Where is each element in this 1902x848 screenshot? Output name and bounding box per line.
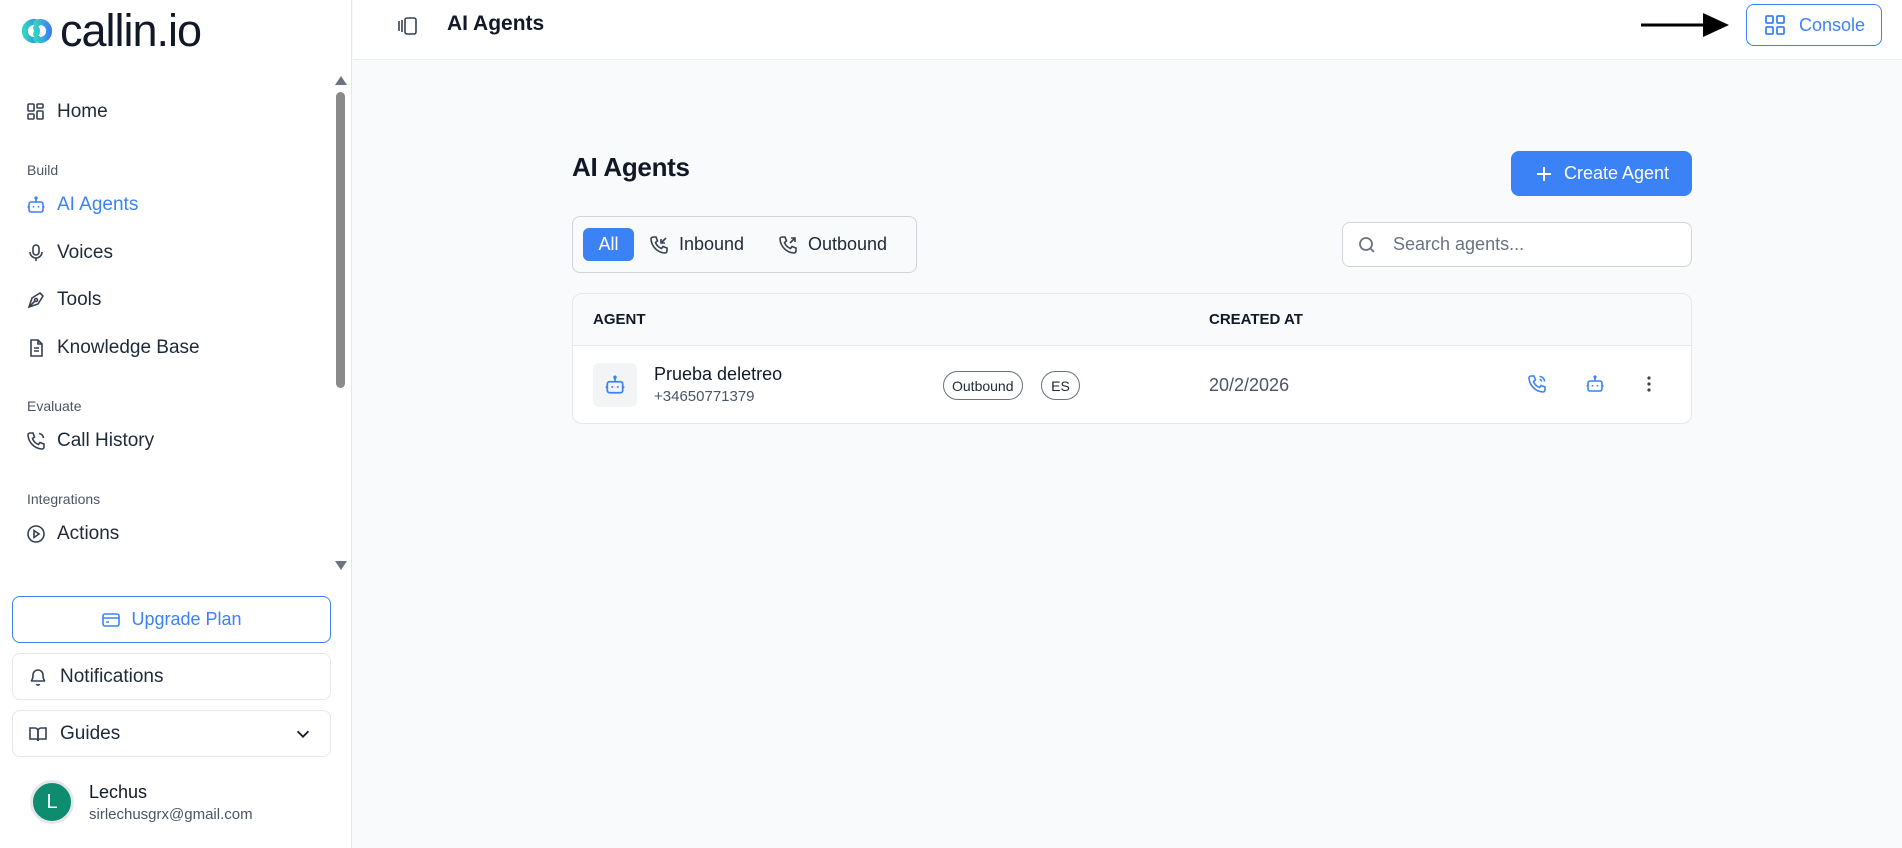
test-agent-button[interactable] [1583, 372, 1607, 396]
agent-avatar [593, 363, 637, 407]
page-title: AI Agents [572, 152, 690, 182]
filter-outbound-button[interactable]: Outbound [778, 228, 887, 261]
console-label: Console [1798, 14, 1866, 35]
sidebar-item-call-history[interactable]: Call History [26, 426, 154, 456]
callin-logo-icon [21, 19, 53, 43]
bot-icon [1586, 375, 1604, 392]
agent-phone: +34650771379 [654, 388, 755, 405]
created-at: 20/2/2026 [1209, 375, 1290, 395]
bot-icon [605, 375, 625, 394]
filter-all-button[interactable]: All [583, 228, 634, 261]
section-label-build: Build [27, 162, 59, 178]
play-circle-icon [27, 525, 45, 543]
logo[interactable]: callin.io [18, 4, 202, 58]
language-badge: ES [1041, 371, 1080, 400]
agent-name[interactable]: Prueba deletreo [654, 364, 782, 385]
plus-icon [1536, 166, 1551, 181]
credit-card-icon [102, 612, 121, 627]
console-button[interactable]: Console [1746, 4, 1882, 46]
more-options-button[interactable] [1637, 372, 1661, 396]
column-header-created-at: CREATED AT [1209, 311, 1303, 328]
sidebar-item-label: Actions [57, 523, 120, 544]
sidebar-item-label: Home [57, 101, 108, 122]
document-icon [30, 339, 43, 357]
search-input[interactable] [1393, 234, 1673, 255]
table-row[interactable]: Prueba deletreo +34650771379 Outbound ES… [573, 346, 1691, 423]
microphone-icon [29, 244, 43, 261]
sidebar-item-label: AI Agents [57, 194, 139, 215]
notifications-button[interactable]: Notifications [12, 653, 331, 700]
sidebar-item-label: Call History [57, 430, 155, 451]
section-label-integrations: Integrations [27, 491, 101, 507]
create-agent-button[interactable]: Create Agent [1511, 151, 1692, 196]
sidebar-item-knowledge-base[interactable]: Knowledge Base [26, 333, 200, 363]
filter-inbound-label: Inbound [679, 234, 745, 254]
scroll-thumb[interactable] [336, 92, 345, 388]
phone-outgoing-icon [779, 235, 797, 254]
pen-tool-icon [27, 291, 45, 309]
sidebar: callin.io Home Build AI Agents Voices To… [0, 0, 352, 848]
notifications-label: Notifications [60, 665, 164, 687]
scroll-up-arrow-icon[interactable] [335, 76, 347, 85]
phone-history-icon [27, 432, 45, 450]
sidebar-item-voices[interactable]: Voices [26, 238, 113, 268]
arrow-annotation-icon [1641, 13, 1729, 37]
logo-text: callin.io [60, 5, 202, 56]
sidebar-item-actions[interactable]: Actions [26, 519, 119, 549]
sidebar-item-label: Voices [57, 242, 113, 263]
upgrade-plan-button[interactable]: Upgrade Plan [12, 596, 331, 643]
more-vertical-icon [1647, 376, 1651, 392]
bell-icon [30, 668, 46, 686]
chevron-down-icon [296, 730, 310, 738]
table-header: AGENT CREATED AT [573, 294, 1691, 346]
sidebar-item-ai-agents[interactable]: AI Agents [26, 190, 138, 220]
avatar: L [30, 780, 74, 824]
bot-icon [27, 196, 45, 213]
call-agent-button[interactable] [1525, 372, 1549, 396]
user-name: Lechus [89, 781, 148, 802]
direction-filter: All Inbound Outbound [572, 216, 917, 273]
open-book-icon [29, 726, 47, 741]
section-label-evaluate: Evaluate [27, 398, 82, 414]
agents-table: AGENT CREATED AT Prueba deletreo +346507… [572, 293, 1692, 424]
sidebar-item-tools[interactable]: Tools [26, 285, 101, 315]
phone-call-icon [1528, 375, 1546, 393]
sidebar-item-home[interactable]: Home [26, 97, 108, 127]
user-profile[interactable]: L Lechus sirlechusgrx@gmail.com [30, 780, 253, 824]
sidebar-item-label: Knowledge Base [57, 337, 200, 358]
header-title: AI Agents [447, 12, 545, 35]
dashboard-icon [27, 103, 44, 120]
search-box[interactable] [1342, 222, 1692, 267]
guides-label: Guides [60, 722, 121, 744]
scroll-down-arrow-icon[interactable] [335, 561, 347, 570]
filter-outbound-label: Outbound [808, 234, 888, 254]
phone-incoming-icon [650, 235, 668, 254]
user-email: sirlechusgrx@gmail.com [89, 805, 253, 823]
sidebar-item-label: Tools [57, 289, 102, 310]
column-header-agent: AGENT [593, 311, 646, 328]
search-icon [1359, 236, 1375, 253]
top-header: AI Agents Console [353, 0, 1902, 60]
upgrade-plan-label: Upgrade Plan [131, 609, 242, 629]
sidebar-nav: Home Build AI Agents Voices Tools Knowle… [0, 60, 330, 570]
direction-badge: Outbound [943, 371, 1023, 400]
grid-icon [1765, 15, 1785, 35]
sidebar-toggle-icon[interactable] [397, 15, 419, 37]
sidebar-scrollbar[interactable] [333, 72, 349, 572]
guides-dropdown[interactable]: Guides [12, 710, 331, 757]
filter-inbound-button[interactable]: Inbound [649, 228, 744, 261]
create-agent-label: Create Agent [1563, 163, 1670, 183]
